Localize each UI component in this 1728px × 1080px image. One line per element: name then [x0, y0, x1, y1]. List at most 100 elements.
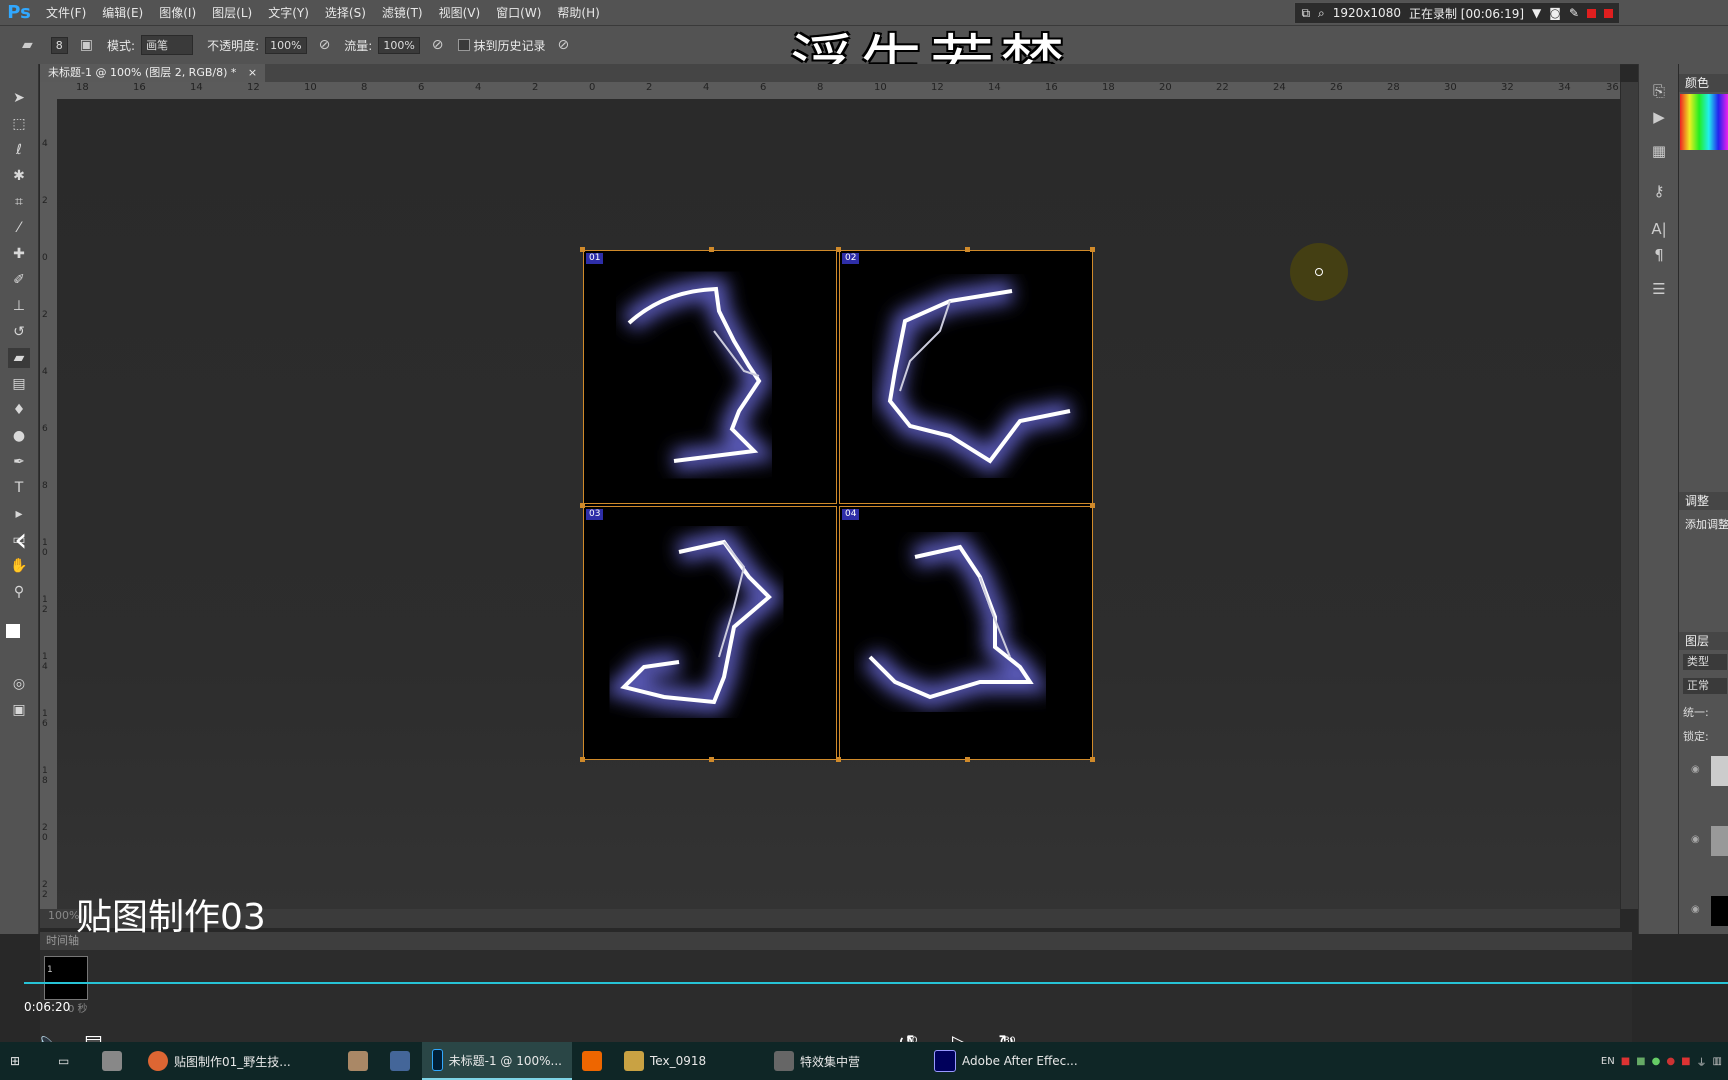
- magic-wand-icon[interactable]: ✱: [8, 166, 30, 186]
- layer-thumbnail[interactable]: [1711, 826, 1728, 856]
- pause-record-icon[interactable]: [1587, 8, 1596, 18]
- character-panel-icon[interactable]: A|: [1647, 220, 1671, 242]
- move-tool-icon[interactable]: ➤: [8, 88, 30, 108]
- eraser-tool-icon[interactable]: ▰: [8, 348, 30, 368]
- screen-mode-icon[interactable]: ▣: [8, 700, 30, 720]
- pen-tool-icon[interactable]: ✒: [8, 452, 30, 472]
- mode-select[interactable]: 画笔: [141, 35, 194, 55]
- usb-tray-icon[interactable]: ⏚: [1697, 1054, 1707, 1069]
- document-canvas[interactable]: 01 02 03 04: [580, 247, 1095, 762]
- paragraph-panel-icon[interactable]: ¶: [1647, 246, 1671, 268]
- menu-type[interactable]: 文字(Y): [260, 4, 317, 21]
- transform-handle[interactable]: [709, 247, 714, 252]
- taskbar-item-aftereffects[interactable]: Adobe After Effec...: [924, 1042, 1104, 1080]
- slice-02[interactable]: 02: [839, 250, 1093, 504]
- layers-panel-tab[interactable]: 图层: [1679, 632, 1728, 650]
- layer-thumbnail[interactable]: [1711, 896, 1728, 926]
- slice-03[interactable]: 03: [583, 506, 837, 760]
- menu-image[interactable]: 图像(I): [151, 4, 204, 21]
- opacity-input[interactable]: 100%: [265, 36, 307, 54]
- record-tray-icon[interactable]: ●: [1666, 1056, 1675, 1067]
- brush-tool-icon[interactable]: ✐: [8, 270, 30, 290]
- app-tray-icon[interactable]: ■: [1681, 1056, 1690, 1067]
- adjustments-icon[interactable]: ☰: [1647, 280, 1671, 302]
- menu-edit[interactable]: 编辑(E): [94, 4, 151, 21]
- pressure-opacity-icon[interactable]: ⊘: [319, 37, 331, 53]
- transform-handle[interactable]: [1090, 503, 1095, 508]
- wechat-tray-icon[interactable]: ●: [1652, 1056, 1661, 1067]
- brush-presets-icon[interactable]: ⚷: [1647, 182, 1671, 204]
- airbrush-icon[interactable]: ⊘: [432, 37, 444, 53]
- taskbar-item-folder[interactable]: Tex_0918: [614, 1042, 764, 1080]
- stop-record-icon[interactable]: [1604, 8, 1613, 18]
- transform-handle[interactable]: [1090, 757, 1095, 762]
- transform-handle[interactable]: [1090, 247, 1095, 252]
- erase-history-option[interactable]: 抹到历史记录: [457, 37, 546, 54]
- transform-handle[interactable]: [580, 757, 585, 762]
- vertical-scrollbar[interactable]: [1620, 82, 1639, 909]
- document-tab[interactable]: 未标题-1 @ 100% (图层 2, RGB/8) * ×: [40, 64, 266, 82]
- language-indicator[interactable]: EN: [1601, 1056, 1615, 1067]
- start-icon[interactable]: ⊞: [0, 1042, 48, 1080]
- transform-handle[interactable]: [836, 757, 841, 762]
- paint-app-icon[interactable]: [338, 1042, 380, 1080]
- menu-window[interactable]: 窗口(W): [488, 4, 549, 21]
- eyedropper-icon[interactable]: ⁄: [8, 218, 30, 238]
- transform-handle[interactable]: [965, 757, 970, 762]
- blend-mode-select[interactable]: 正常: [1683, 678, 1727, 694]
- network-app-icon[interactable]: [380, 1042, 422, 1080]
- crop-tool-icon[interactable]: ⌗: [8, 192, 30, 212]
- layer-thumbnail[interactable]: [1711, 756, 1728, 786]
- previous-arrow-icon[interactable]: ‹: [14, 520, 28, 560]
- lasso-tool-icon[interactable]: ℓ: [8, 140, 30, 160]
- houdini-app-icon[interactable]: [572, 1042, 614, 1080]
- timeline-frame[interactable]: 1: [44, 956, 88, 1000]
- zoom-icon[interactable]: ⌕: [1318, 6, 1325, 21]
- adjustments-panel-tab[interactable]: 调整: [1679, 492, 1728, 510]
- swatches-grid[interactable]: [1680, 94, 1728, 150]
- visibility-eye-icon[interactable]: ◉: [1691, 834, 1700, 845]
- marquee-tool-icon[interactable]: ⬚: [8, 114, 30, 134]
- actions-panel-icon[interactable]: ▶: [1647, 108, 1671, 130]
- eraser-tool-icon[interactable]: ▰: [22, 37, 33, 53]
- dodge-tool-icon[interactable]: ●: [8, 426, 30, 446]
- properties-panel-icon[interactable]: ▦: [1647, 142, 1671, 164]
- transform-handle[interactable]: [580, 503, 585, 508]
- transform-handle[interactable]: [836, 247, 841, 252]
- network-tray-icon[interactable]: ▥: [1713, 1056, 1722, 1067]
- slice-04[interactable]: 04: [839, 506, 1093, 760]
- layer-filter-kind[interactable]: 类型: [1683, 654, 1727, 670]
- dropdown-icon[interactable]: ▼: [1532, 6, 1541, 20]
- color-panel-tab[interactable]: 颜色: [1679, 74, 1728, 92]
- menu-view[interactable]: 视图(V): [431, 4, 489, 21]
- acrobat-tray-icon[interactable]: ■: [1621, 1056, 1630, 1067]
- close-tab-icon[interactable]: ×: [248, 66, 257, 79]
- visibility-eye-icon[interactable]: ◉: [1691, 904, 1700, 915]
- pen-icon[interactable]: ✎: [1569, 6, 1579, 20]
- healing-brush-icon[interactable]: ✚: [8, 244, 30, 264]
- clone-stamp-icon[interactable]: ⊥: [8, 296, 30, 316]
- flow-input[interactable]: 100%: [378, 36, 420, 54]
- brush-size-picker[interactable]: 8: [50, 36, 68, 54]
- camera-icon[interactable]: ◙: [1549, 6, 1561, 20]
- gradient-tool-icon[interactable]: ▤: [8, 374, 30, 394]
- window-icon[interactable]: ⧉: [1301, 6, 1310, 21]
- history-brush-icon[interactable]: ↺: [8, 322, 30, 342]
- video-progress-bar[interactable]: [24, 982, 1728, 984]
- menu-file[interactable]: 文件(F): [38, 4, 94, 21]
- transform-handle[interactable]: [580, 247, 585, 252]
- app-tray-icon[interactable]: ■: [1636, 1056, 1645, 1067]
- quick-mask-icon[interactable]: ◎: [8, 674, 30, 694]
- transform-handle[interactable]: [709, 757, 714, 762]
- visibility-eye-icon[interactable]: ◉: [1691, 764, 1700, 775]
- zoom-tool-icon[interactable]: ⚲: [8, 582, 30, 602]
- taskbar-item-chrome[interactable]: 贴图制作01_野生技...: [138, 1042, 338, 1080]
- blur-tool-icon[interactable]: ♦: [8, 400, 30, 420]
- pressure-size-icon[interactable]: ⊘: [558, 37, 570, 53]
- menu-layer[interactable]: 图层(L): [204, 4, 260, 21]
- menu-filter[interactable]: 滤镜(T): [374, 4, 431, 21]
- brush-panel-icon[interactable]: ▣: [80, 37, 93, 53]
- app-icon[interactable]: [92, 1042, 138, 1080]
- taskbar-item-photoshop[interactable]: 未标题-1 @ 100%...: [422, 1042, 572, 1080]
- zoom-level[interactable]: 100%: [48, 909, 79, 922]
